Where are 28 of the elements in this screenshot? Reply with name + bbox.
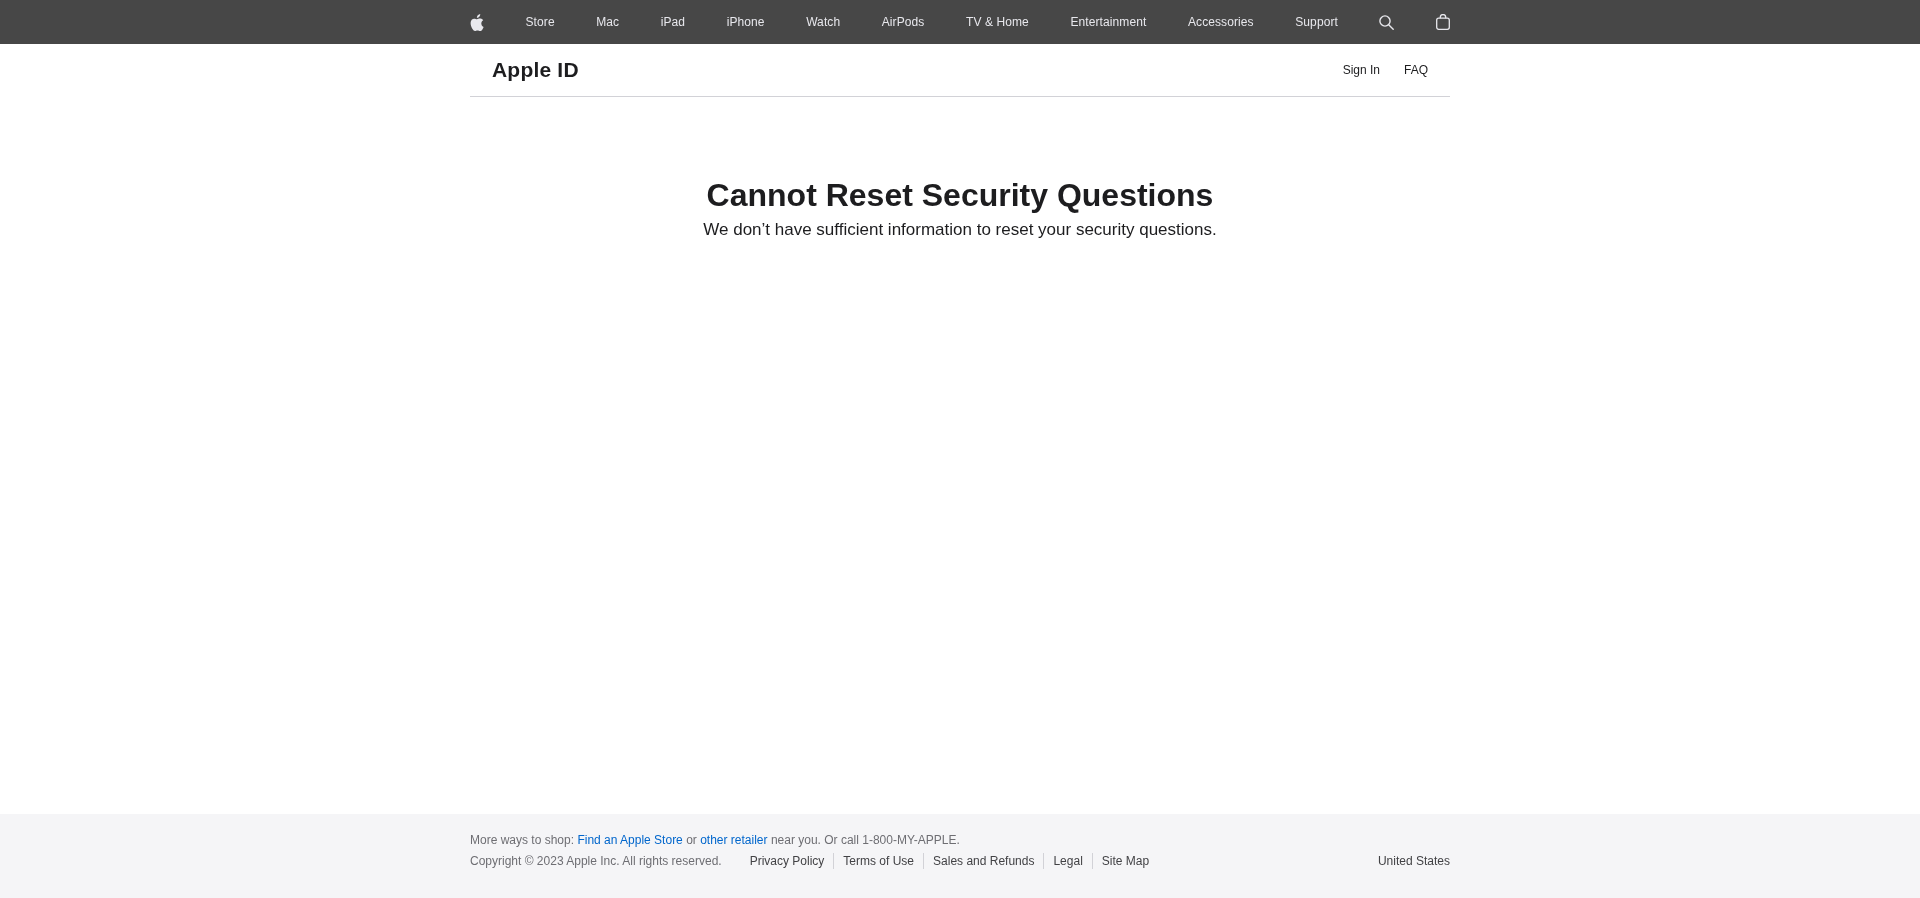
footer-link[interactable]: Sales and Refunds — [923, 853, 1044, 869]
copyright-text: Copyright © 2023 Apple Inc. All rights reserved. — [470, 853, 722, 869]
nav-link[interactable]: iPad — [660, 15, 686, 29]
nav-link[interactable]: Watch — [806, 15, 841, 29]
apple-icon[interactable] — [470, 13, 484, 31]
nav-link[interactable]: Accessories — [1187, 15, 1254, 29]
region-link[interactable]: United States — [1377, 853, 1450, 869]
page-heading: Cannot Reset Security Questions — [706, 176, 1214, 214]
footer-link[interactable]: Site Map — [1091, 853, 1159, 869]
header-link[interactable]: Sign In — [1342, 63, 1380, 77]
footer-link[interactable]: Legal — [1043, 853, 1092, 869]
inline-link[interactable]: Find an Apple Store — [577, 833, 683, 847]
nav-link[interactable]: TV & Home — [965, 15, 1029, 29]
shop-info-text: More ways to shop: Find an Apple Store or other retailer near you. Or call 1-800-MY-APPLE. — [470, 832, 961, 848]
shopping-bag-icon[interactable] — [1436, 14, 1450, 30]
inline-link[interactable]: other retailer — [700, 833, 768, 847]
nav-link[interactable]: Mac — [596, 15, 620, 29]
nav-link[interactable]: AirPods — [881, 15, 925, 29]
nav-link[interactable]: Store — [525, 15, 555, 29]
nav-link[interactable]: Support — [1295, 15, 1338, 29]
nav-link[interactable]: iPhone — [726, 15, 765, 29]
footer-link[interactable]: Privacy Policy — [740, 853, 834, 869]
nav-link[interactable]: Entertainment — [1070, 15, 1147, 29]
footer-link[interactable]: Terms of Use — [833, 853, 924, 869]
apple-id-title: Apple ID — [492, 58, 579, 82]
message-text: We don’t have sufficient information to reset your security questions. — [703, 219, 1217, 241]
header-link[interactable]: FAQ — [1404, 63, 1428, 77]
search-icon[interactable] — [1379, 14, 1395, 30]
